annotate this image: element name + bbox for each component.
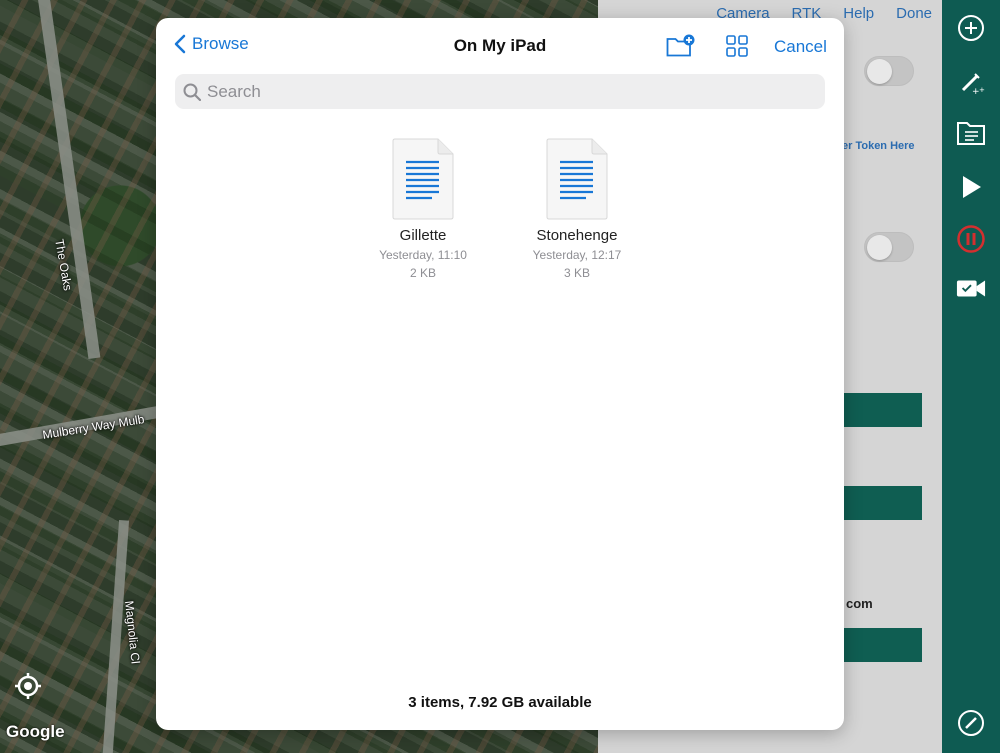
storage-summary: 3 items, 7.92 GB available [408, 694, 592, 711]
file-name: Stonehenge [536, 227, 618, 244]
chevron-left-icon [174, 34, 186, 54]
document-icon [392, 138, 454, 220]
file-thumbnail-blank[interactable] [212, 138, 322, 258]
file-name: Gillette [399, 227, 447, 244]
settings-action-button[interactable] [838, 486, 922, 520]
search-input[interactable] [207, 81, 807, 102]
settings-domain-text: com [846, 596, 873, 611]
search-icon [183, 83, 201, 101]
enter-token-link[interactable]: er Token Here [842, 140, 915, 152]
browse-back-button[interactable]: Browse [174, 34, 249, 54]
file-date: Yesterday, 12:17 [532, 248, 622, 262]
right-toolbar: + + [942, 0, 1000, 753]
file-date: Yesterday, 11:10 [379, 248, 467, 262]
settings-toggle[interactable] [864, 56, 914, 86]
file-item-stonehenge[interactable]: Stonehenge Yesterday, 12:17 3 KB [522, 138, 632, 280]
svg-text:+: + [979, 86, 985, 94]
pause-record-icon[interactable] [956, 224, 986, 254]
play-icon[interactable] [956, 172, 986, 202]
google-logo: Google [6, 722, 65, 741]
magic-pen-icon[interactable]: + + [956, 67, 986, 97]
map-label-the-oaks: The Oaks [52, 238, 76, 292]
video-camera-icon[interactable] [956, 273, 986, 303]
folder-document-icon[interactable] [956, 118, 986, 148]
file-picker-dialog: Browse On My iPad Cancel Gillette Yester… [156, 18, 844, 730]
add-circle-icon[interactable] [956, 13, 986, 43]
map-label-magnolia-cl: Magnolia Cl [122, 600, 143, 665]
done-link[interactable]: Done [896, 5, 932, 22]
settings-action-button[interactable] [838, 628, 922, 662]
cancel-button[interactable]: Cancel [774, 37, 827, 57]
new-folder-icon[interactable] [666, 34, 696, 58]
settings-toggle[interactable] [864, 232, 914, 262]
search-bar[interactable] [175, 74, 825, 109]
file-size: 3 KB [563, 266, 590, 280]
compass-icon[interactable] [956, 708, 986, 738]
settings-action-button[interactable] [838, 393, 922, 427]
document-icon [546, 138, 608, 220]
help-link[interactable]: Help [843, 5, 874, 22]
file-size: 2 KB [409, 266, 436, 280]
browse-label: Browse [192, 34, 249, 53]
map-road [35, 0, 101, 359]
file-item-gillette[interactable]: Gillette Yesterday, 11:10 2 KB [368, 138, 478, 280]
grid-view-icon[interactable] [726, 35, 748, 57]
my-location-icon[interactable] [14, 672, 42, 700]
